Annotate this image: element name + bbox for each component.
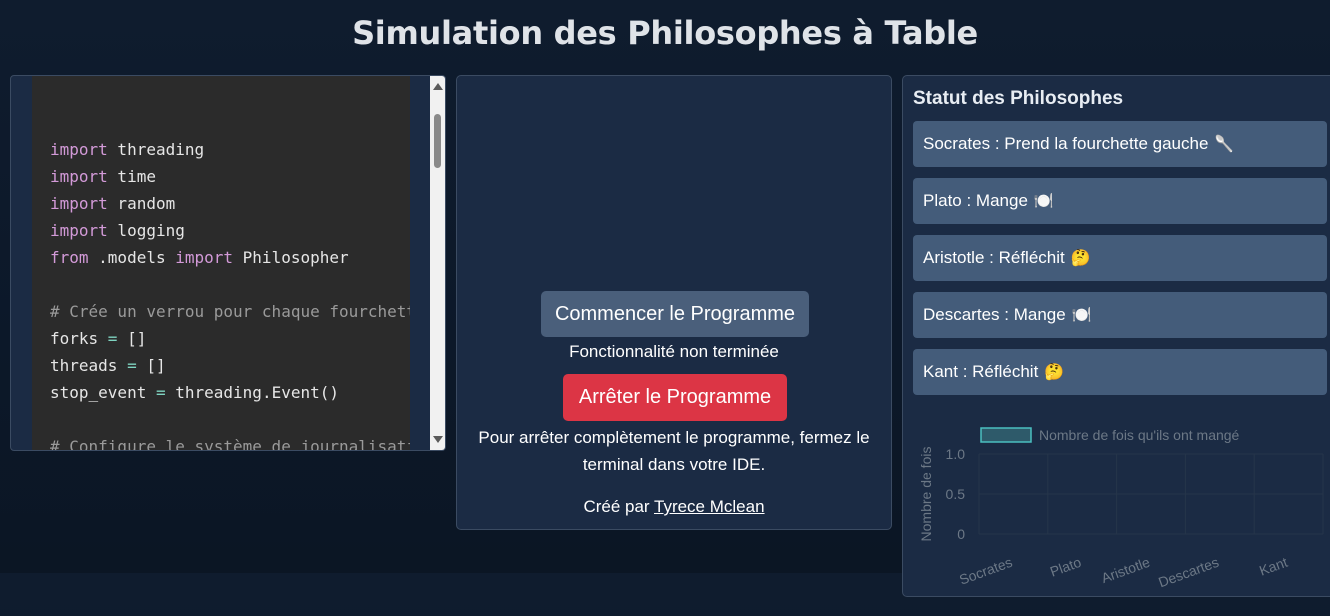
code-token: [] — [136, 356, 166, 375]
start-note: Fonctionnalité non terminée — [569, 342, 779, 361]
code-token: [] — [117, 329, 147, 348]
thinking-face-icon: 🤔 — [1070, 248, 1091, 267]
legend-swatch — [980, 427, 1032, 443]
philosopher-name: Kant — [923, 362, 958, 381]
code-token: import — [175, 248, 234, 267]
code-token: stop_event — [50, 383, 156, 402]
code-token: forks — [50, 329, 108, 348]
code-token: from — [50, 248, 89, 267]
philosopher-name: Socrates — [923, 134, 991, 153]
code-token: threading.Event() — [165, 383, 339, 402]
x-tick-label: Plato — [1048, 554, 1084, 580]
separator: : — [999, 305, 1014, 324]
spoon-icon: 🥄 — [1214, 134, 1235, 153]
code-line: from .models import Philosopher — [50, 244, 410, 271]
code-line: threads = [] — [50, 352, 410, 379]
code-token: import — [50, 140, 108, 159]
code-token: = — [127, 356, 137, 375]
philosopher-state: Prend la fourchette gauche — [1004, 134, 1209, 153]
philosopher-state: Mange — [1013, 305, 1066, 324]
control-panel: Commencer le Programme Fonctionnalité no… — [456, 75, 892, 530]
y-tick-label: 0 — [957, 526, 965, 542]
credit-line: Créé par Tyrece Mclean — [457, 497, 891, 517]
code-token: import — [50, 221, 108, 240]
code-line: stop_event = threading.Event() — [50, 379, 410, 406]
scroll-down-arrow-icon[interactable] — [433, 436, 443, 443]
status-item-aristotle: Aristotle : Réfléchit 🤔 — [913, 235, 1327, 281]
x-tick-label: Socrates — [957, 554, 1014, 588]
code-token: .models — [88, 248, 176, 267]
code-token: Philosopher — [233, 248, 349, 267]
code-token: # Configure le système de journalisation — [50, 437, 410, 450]
code-token: random — [107, 194, 176, 213]
y-tick-label: 1.0 — [946, 446, 966, 462]
separator: : — [961, 191, 976, 210]
scroll-up-arrow-icon[interactable] — [433, 83, 443, 90]
philosopher-name: Aristotle — [923, 248, 985, 267]
code-token: = — [155, 383, 166, 402]
code-area: import threading import time import random… — [32, 76, 410, 450]
x-tick-label: Descartes — [1156, 554, 1221, 591]
philosopher-state: Réfléchit — [998, 248, 1065, 267]
status-title: Statut des Philosophes — [913, 88, 1124, 109]
stop-program-button[interactable]: Arrêter le Programme — [563, 374, 787, 421]
code-token: import — [50, 167, 108, 186]
code-token: import — [50, 194, 108, 213]
plate-icon: 🍽️ — [1071, 305, 1092, 324]
code-line: # Crée un verrou pour chaque fourchette — [50, 298, 410, 325]
separator: : — [957, 362, 973, 381]
meals-chart: Nombre de fois qu'ils ont mangé 1.0 0.5 0 So… — [918, 427, 1324, 591]
code-scrollbar[interactable] — [430, 76, 445, 450]
code-token: logging — [107, 221, 185, 240]
code-line: forks = [] — [50, 325, 410, 352]
code-viewer[interactable]: import threading import time import random… — [10, 75, 446, 451]
y-tick-label: 0.5 — [946, 486, 966, 502]
code-token: threading — [107, 140, 205, 159]
x-tick-label: Aristotle — [1099, 554, 1152, 586]
scroll-thumb[interactable] — [434, 114, 441, 168]
philosopher-state: Réfléchit — [972, 362, 1039, 381]
code-line: # Configure le système de journalisation — [50, 433, 410, 450]
separator: : — [990, 134, 1005, 153]
philosopher-state: Mange — [975, 191, 1028, 210]
code-line: import logging — [50, 217, 410, 244]
author-link[interactable]: Tyrece Mclean — [654, 497, 765, 516]
code-line: import random — [50, 190, 410, 217]
plate-icon: 🍽️ — [1033, 191, 1054, 210]
code-token: # Crée un verrou pour chaque fourchette — [50, 302, 410, 321]
status-item-plato: Plato : Mange 🍽️ — [913, 178, 1327, 224]
stop-note: Pour arrêter complètement le programme, … — [478, 428, 870, 474]
credit-prefix: Créé par — [583, 497, 654, 516]
legend-label: Nombre de fois qu'ils ont mangé — [1039, 427, 1240, 443]
code-token: threads — [50, 356, 128, 375]
separator: : — [984, 248, 999, 267]
code-line: import time — [50, 163, 410, 190]
status-item-socrates: Socrates : Prend la fourchette gauche 🥄 — [913, 121, 1327, 167]
status-item-descartes: Descartes : Mange 🍽️ — [913, 292, 1327, 338]
y-axis-label: Nombre de fois — [918, 447, 934, 542]
code-lines: import threading import time import random… — [50, 109, 410, 450]
philosopher-name: Plato — [923, 191, 962, 210]
code-token: time — [107, 167, 156, 186]
thinking-face-icon: 🤔 — [1044, 362, 1065, 381]
code-line: import threading — [50, 136, 410, 163]
page-title: Simulation des Philosophes à Table — [352, 14, 978, 52]
status-panel: Statut des Philosophes Socrates : Prend … — [902, 75, 1330, 597]
x-tick-label: Kant — [1257, 554, 1290, 579]
philosopher-name: Descartes — [923, 305, 1000, 324]
code-token: = — [107, 329, 118, 348]
start-program-button[interactable]: Commencer le Programme — [541, 291, 809, 337]
status-item-kant: Kant : Réfléchit 🤔 — [913, 349, 1327, 395]
